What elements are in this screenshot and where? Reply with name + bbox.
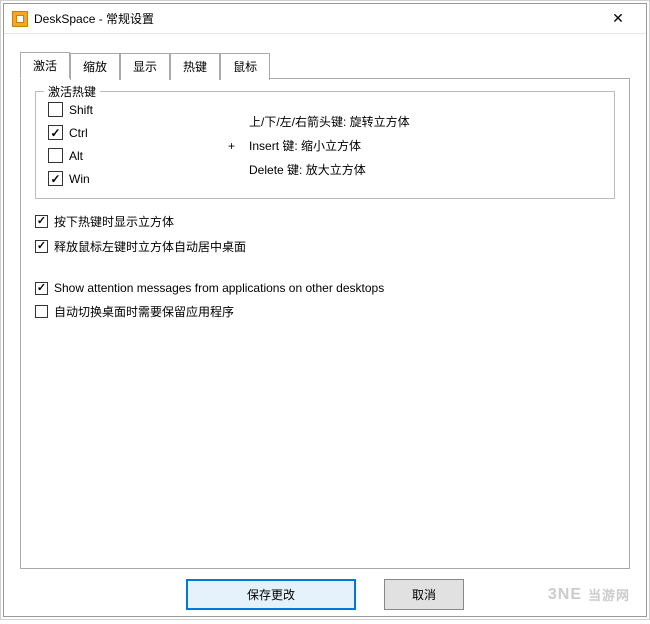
tab-label: 显示 (133, 60, 157, 74)
button-label: 保存更改 (247, 588, 295, 602)
tab-mouse[interactable]: 鼠标 (220, 53, 270, 80)
checkbox-show-cube-on-hotkey[interactable]: 按下热键时显示立方体 (35, 213, 615, 230)
tab-hotkeys[interactable]: 热键 (170, 53, 220, 80)
checkbox-win[interactable]: Win (48, 171, 198, 186)
checkbox-label: Show attention messages from application… (54, 281, 384, 295)
tab-label: 缩放 (83, 60, 107, 74)
checkbox-label: 自动切换桌面时需要保留应用程序 (54, 303, 234, 320)
button-label: 取消 (412, 588, 436, 602)
cancel-button[interactable]: 取消 (384, 579, 464, 610)
tab-display[interactable]: 显示 (120, 53, 170, 80)
window-title: DeskSpace - 常规设置 (34, 10, 598, 27)
plus-icon: + (228, 134, 235, 158)
checkbox-box (48, 125, 63, 140)
save-button[interactable]: 保存更改 (186, 579, 356, 610)
tab-label: 热键 (183, 60, 207, 74)
tab-bar: 激活 缩放 显示 热键 鼠标 (20, 52, 630, 79)
checkbox-shift[interactable]: Shift (48, 102, 198, 117)
tab-label: 鼠标 (233, 60, 257, 74)
app-icon (12, 11, 28, 27)
dialog-buttons: 保存更改 取消 (20, 569, 630, 624)
hotkey-fieldset: 激活热键 Shift Ctrl Alt (35, 91, 615, 199)
checkbox-label: Ctrl (69, 126, 88, 140)
tab-zoom[interactable]: 缩放 (70, 53, 120, 80)
checkbox-box (35, 305, 48, 318)
checkbox-center-on-release[interactable]: 释放鼠标左键时立方体自动居中桌面 (35, 238, 615, 255)
checkbox-label: 释放鼠标左键时立方体自动居中桌面 (54, 238, 246, 255)
checkbox-label: Shift (69, 103, 93, 117)
hint-line: Insert 键: 缩小立方体 (249, 134, 410, 158)
hint-line: Delete 键: 放大立方体 (249, 158, 410, 182)
checkbox-label: 按下热键时显示立方体 (54, 213, 174, 230)
tab-label: 激活 (33, 59, 57, 73)
close-icon: ✕ (612, 10, 624, 27)
hotkey-hints: + 上/下/左/右箭头键: 旋转立方体 Insert 键: 缩小立方体 Dele… (198, 102, 410, 182)
checkbox-ctrl[interactable]: Ctrl (48, 125, 198, 140)
hint-line: 上/下/左/右箭头键: 旋转立方体 (249, 110, 410, 134)
checkbox-attention-messages[interactable]: Show attention messages from application… (35, 281, 615, 295)
checkbox-box (35, 215, 48, 228)
checkbox-box (48, 148, 63, 163)
tab-activate[interactable]: 激活 (20, 52, 70, 79)
checkbox-box (48, 102, 63, 117)
checkbox-box (48, 171, 63, 186)
checkbox-box (35, 240, 48, 253)
checkbox-alt[interactable]: Alt (48, 148, 198, 163)
hotkey-legend: 激活热键 (44, 83, 100, 100)
checkbox-label: Alt (69, 149, 83, 163)
checkbox-keep-apps-on-switch[interactable]: 自动切换桌面时需要保留应用程序 (35, 303, 615, 320)
options-list: 按下热键时显示立方体 释放鼠标左键时立方体自动居中桌面 Show attenti… (35, 213, 615, 320)
tab-panel-activate: 激活热键 Shift Ctrl Alt (20, 79, 630, 569)
checkbox-box (35, 282, 48, 295)
titlebar: DeskSpace - 常规设置 ✕ (4, 4, 646, 34)
checkbox-label: Win (69, 172, 90, 186)
close-button[interactable]: ✕ (598, 5, 638, 33)
